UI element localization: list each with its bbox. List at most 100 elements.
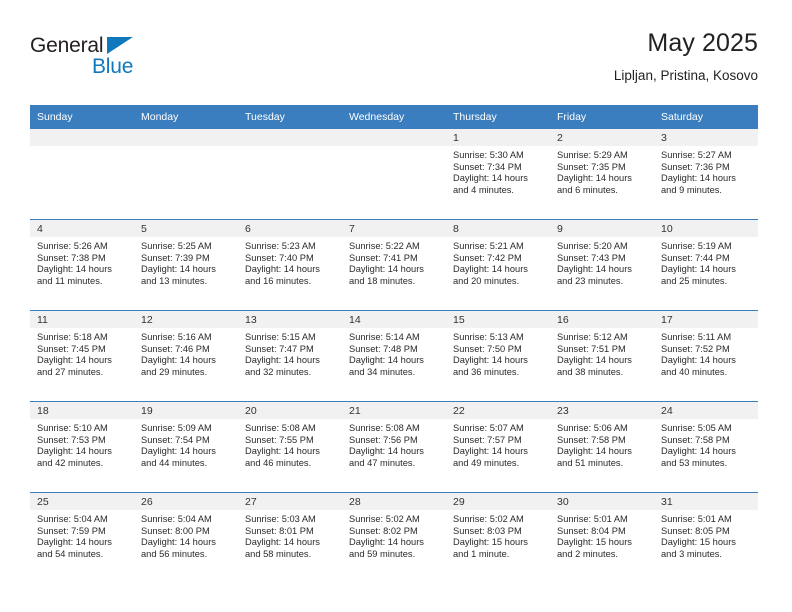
cell-inner: 18 Sunrise: 5:10 AM Sunset: 7:53 PM Dayligh… bbox=[30, 402, 134, 492]
sunset-text: Sunset: 7:58 PM bbox=[661, 434, 730, 445]
calendar-day-cell[interactable]: 15 Sunrise: 5:13 AM Sunset: 7:50 PM Dayligh… bbox=[446, 310, 550, 402]
calendar-day-cell[interactable]: 22 Sunrise: 5:07 AM Sunset: 7:57 PM Dayligh… bbox=[446, 401, 550, 493]
calendar-day-cell[interactable]: 1 Sunrise: 5:30 AM Sunset: 7:34 PM Daylight… bbox=[446, 129, 550, 220]
calendar-day-cell[interactable]: 9 Sunrise: 5:20 AM Sunset: 7:43 PM Daylight… bbox=[550, 219, 654, 311]
daylight-text-line2: and 34 minutes. bbox=[349, 366, 416, 377]
sunset-text: Sunset: 7:39 PM bbox=[141, 252, 210, 263]
cell-inner: 5 Sunrise: 5:25 AM Sunset: 7:39 PM Daylight… bbox=[134, 220, 238, 310]
sunset-text: Sunset: 8:00 PM bbox=[141, 525, 210, 536]
sunset-text: Sunset: 7:35 PM bbox=[557, 161, 626, 172]
calendar-day-cell[interactable]: 29 Sunrise: 5:02 AM Sunset: 8:03 PM Dayligh… bbox=[446, 492, 550, 583]
daylight-text-line2: and 11 minutes. bbox=[37, 275, 103, 286]
calendar-day-cell[interactable]: 2 Sunrise: 5:29 AM Sunset: 7:35 PM Daylight… bbox=[550, 129, 654, 220]
day-number: 4 bbox=[30, 220, 134, 237]
day-number: 5 bbox=[134, 220, 238, 237]
calendar-day-cell[interactable]: 7 Sunrise: 5:22 AM Sunset: 7:41 PM Daylight… bbox=[342, 219, 446, 311]
day-number: 22 bbox=[446, 402, 550, 419]
calendar-day-cell[interactable]: 4 Sunrise: 5:26 AM Sunset: 7:38 PM Daylight… bbox=[30, 219, 134, 311]
calendar-day-cell[interactable]: 17 Sunrise: 5:11 AM Sunset: 7:52 PM Dayligh… bbox=[654, 310, 758, 402]
day-number: 24 bbox=[654, 402, 758, 419]
day-details: Sunrise: 5:12 AM Sunset: 7:51 PM Daylight:… bbox=[550, 328, 654, 378]
day-number: 10 bbox=[654, 220, 758, 237]
day-details: Sunrise: 5:20 AM Sunset: 7:43 PM Daylight:… bbox=[550, 237, 654, 287]
day-details: Sunrise: 5:09 AM Sunset: 7:54 PM Daylight:… bbox=[134, 419, 238, 469]
cell-inner: 30 Sunrise: 5:01 AM Sunset: 8:04 PM Dayligh… bbox=[550, 493, 654, 583]
daylight-text-line1: Daylight: 14 hours bbox=[557, 264, 632, 275]
day-details: Sunrise: 5:15 AM Sunset: 7:47 PM Daylight:… bbox=[238, 328, 342, 378]
calendar-day-cell[interactable]: 19 Sunrise: 5:09 AM Sunset: 7:54 PM Dayligh… bbox=[134, 401, 238, 493]
daylight-text-line2: and 58 minutes. bbox=[245, 548, 312, 559]
sunrise-text: Sunrise: 5:27 AM bbox=[661, 150, 732, 160]
calendar-day-cell[interactable]: 27 Sunrise: 5:03 AM Sunset: 8:01 PM Dayligh… bbox=[238, 492, 342, 583]
sunset-text: Sunset: 7:46 PM bbox=[141, 343, 210, 354]
day-number: 30 bbox=[550, 493, 654, 510]
daylight-text-line2: and 16 minutes. bbox=[245, 275, 312, 286]
cell-inner: 10 Sunrise: 5:19 AM Sunset: 7:44 PM Dayligh… bbox=[654, 220, 758, 310]
calendar-day-cell[interactable]: 21 Sunrise: 5:08 AM Sunset: 7:56 PM Dayligh… bbox=[342, 401, 446, 493]
sunset-text: Sunset: 8:02 PM bbox=[349, 525, 418, 536]
sunset-text: Sunset: 8:01 PM bbox=[245, 525, 314, 536]
calendar-day-cell[interactable]: 26 Sunrise: 5:04 AM Sunset: 8:00 PM Dayligh… bbox=[134, 492, 238, 583]
daylight-text-line2: and 25 minutes. bbox=[661, 275, 728, 286]
calendar-day-cell[interactable]: 16 Sunrise: 5:12 AM Sunset: 7:51 PM Dayligh… bbox=[550, 310, 654, 402]
daylight-text-line2: and 2 minutes. bbox=[557, 548, 618, 559]
calendar-day-cell[interactable]: 8 Sunrise: 5:21 AM Sunset: 7:42 PM Daylight… bbox=[446, 219, 550, 311]
general-blue-logo[interactable]: General Blue bbox=[30, 34, 180, 88]
calendar-day-cell[interactable]: 30 Sunrise: 5:01 AM Sunset: 8:04 PM Dayligh… bbox=[550, 492, 654, 583]
day-number: 29 bbox=[446, 493, 550, 510]
sunrise-text: Sunrise: 5:25 AM bbox=[141, 241, 212, 251]
daylight-text-line1: Daylight: 14 hours bbox=[557, 355, 632, 366]
calendar-cell-empty bbox=[134, 129, 238, 220]
daylight-text-line1: Daylight: 14 hours bbox=[37, 446, 112, 457]
day-number: 31 bbox=[654, 493, 758, 510]
day-number: 9 bbox=[550, 220, 654, 237]
sunrise-text: Sunrise: 5:09 AM bbox=[141, 423, 212, 433]
calendar-day-cell[interactable]: 18 Sunrise: 5:10 AM Sunset: 7:53 PM Dayligh… bbox=[30, 401, 134, 493]
day-details: Sunrise: 5:02 AM Sunset: 8:03 PM Daylight:… bbox=[446, 510, 550, 560]
daylight-text-line2: and 56 minutes. bbox=[141, 548, 208, 559]
daylight-text-line2: and 42 minutes. bbox=[37, 457, 104, 468]
cell-inner: 27 Sunrise: 5:03 AM Sunset: 8:01 PM Dayligh… bbox=[238, 493, 342, 583]
daylight-text-line2: and 1 minute. bbox=[453, 548, 510, 559]
daylight-text-line1: Daylight: 14 hours bbox=[245, 537, 320, 548]
calendar-day-cell[interactable]: 31 Sunrise: 5:01 AM Sunset: 8:05 PM Dayligh… bbox=[654, 492, 758, 583]
sunrise-text: Sunrise: 5:07 AM bbox=[453, 423, 524, 433]
sunset-text: Sunset: 7:40 PM bbox=[245, 252, 314, 263]
cell-inner: 15 Sunrise: 5:13 AM Sunset: 7:50 PM Dayligh… bbox=[446, 311, 550, 401]
daylight-text-line2: and 46 minutes. bbox=[245, 457, 312, 468]
cell-inner: 29 Sunrise: 5:02 AM Sunset: 8:03 PM Dayligh… bbox=[446, 493, 550, 583]
calendar-day-cell[interactable]: 13 Sunrise: 5:15 AM Sunset: 7:47 PM Dayligh… bbox=[238, 310, 342, 402]
calendar-day-cell[interactable]: 11 Sunrise: 5:18 AM Sunset: 7:45 PM Dayligh… bbox=[30, 310, 134, 402]
daylight-text-line1: Daylight: 14 hours bbox=[453, 173, 528, 184]
calendar-day-cell[interactable]: 5 Sunrise: 5:25 AM Sunset: 7:39 PM Daylight… bbox=[134, 219, 238, 311]
sunset-text: Sunset: 7:48 PM bbox=[349, 343, 418, 354]
sunrise-text: Sunrise: 5:23 AM bbox=[245, 241, 316, 251]
calendar-week-row: 11 Sunrise: 5:18 AM Sunset: 7:45 PM Dayligh… bbox=[30, 310, 758, 402]
calendar-day-cell[interactable]: 3 Sunrise: 5:27 AM Sunset: 7:36 PM Daylight… bbox=[654, 129, 758, 220]
calendar-day-cell[interactable]: 6 Sunrise: 5:23 AM Sunset: 7:40 PM Daylight… bbox=[238, 219, 342, 311]
day-number: 26 bbox=[134, 493, 238, 510]
calendar-day-cell[interactable]: 14 Sunrise: 5:14 AM Sunset: 7:48 PM Dayligh… bbox=[342, 310, 446, 402]
calendar-day-cell[interactable]: 24 Sunrise: 5:05 AM Sunset: 7:58 PM Dayligh… bbox=[654, 401, 758, 493]
day-number: 23 bbox=[550, 402, 654, 419]
weekday-header-monday: Monday bbox=[134, 105, 238, 129]
calendar-day-cell[interactable]: 25 Sunrise: 5:04 AM Sunset: 7:59 PM Dayligh… bbox=[30, 492, 134, 583]
day-number: 28 bbox=[342, 493, 446, 510]
day-details: Sunrise: 5:25 AM Sunset: 7:39 PM Daylight:… bbox=[134, 237, 238, 287]
calendar-day-cell[interactable]: 10 Sunrise: 5:19 AM Sunset: 7:44 PM Dayligh… bbox=[654, 219, 758, 311]
sunrise-text: Sunrise: 5:15 AM bbox=[245, 332, 316, 342]
day-number: 18 bbox=[30, 402, 134, 419]
calendar-day-cell[interactable]: 20 Sunrise: 5:08 AM Sunset: 7:55 PM Dayligh… bbox=[238, 401, 342, 493]
day-number: 8 bbox=[446, 220, 550, 237]
daylight-text-line2: and 38 minutes. bbox=[557, 366, 624, 377]
daylight-text-line2: and 40 minutes. bbox=[661, 366, 728, 377]
cell-inner: 20 Sunrise: 5:08 AM Sunset: 7:55 PM Dayligh… bbox=[238, 402, 342, 492]
daylight-text-line2: and 4 minutes. bbox=[453, 184, 514, 195]
calendar-day-cell[interactable]: 28 Sunrise: 5:02 AM Sunset: 8:02 PM Dayligh… bbox=[342, 492, 446, 583]
daylight-text-line1: Daylight: 14 hours bbox=[37, 355, 112, 366]
day-number bbox=[238, 129, 342, 146]
calendar-day-cell[interactable]: 23 Sunrise: 5:06 AM Sunset: 7:58 PM Dayligh… bbox=[550, 401, 654, 493]
calendar-day-cell[interactable]: 12 Sunrise: 5:16 AM Sunset: 7:46 PM Dayligh… bbox=[134, 310, 238, 402]
sunset-text: Sunset: 7:47 PM bbox=[245, 343, 314, 354]
daylight-text-line2: and 36 minutes. bbox=[453, 366, 520, 377]
